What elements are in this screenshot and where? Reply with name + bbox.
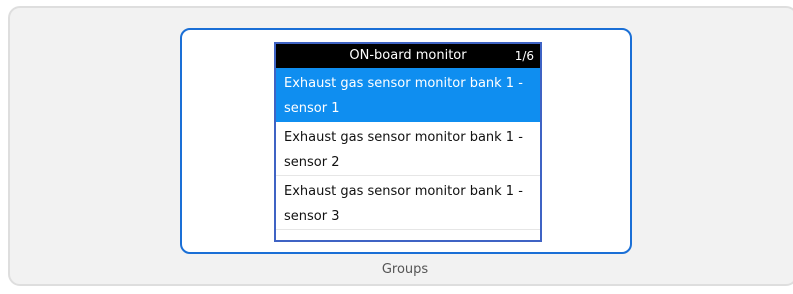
list-item[interactable]: Exhaust gas sensor monitor bank 1 - sens…: [276, 68, 540, 122]
caption-label: Groups: [381, 262, 429, 277]
screen-title: ON-board monitor: [349, 48, 467, 63]
page-indicator: 1/6: [514, 49, 534, 63]
monitor-screen: ON-board monitor 1/6 Exhaust gas sensor …: [274, 42, 542, 242]
list-item[interactable]: Exhaust gas sensor monitor bank 1 - sens…: [276, 176, 540, 230]
preview-card: ON-board monitor 1/6 Exhaust gas sensor …: [180, 28, 632, 254]
list-item[interactable]: Exhaust gas sensor monitor bank 1 - sens…: [276, 122, 540, 176]
groups-frame: ON-board monitor 1/6 Exhaust gas sensor …: [8, 6, 793, 286]
screen-header: ON-board monitor 1/6: [276, 44, 540, 68]
